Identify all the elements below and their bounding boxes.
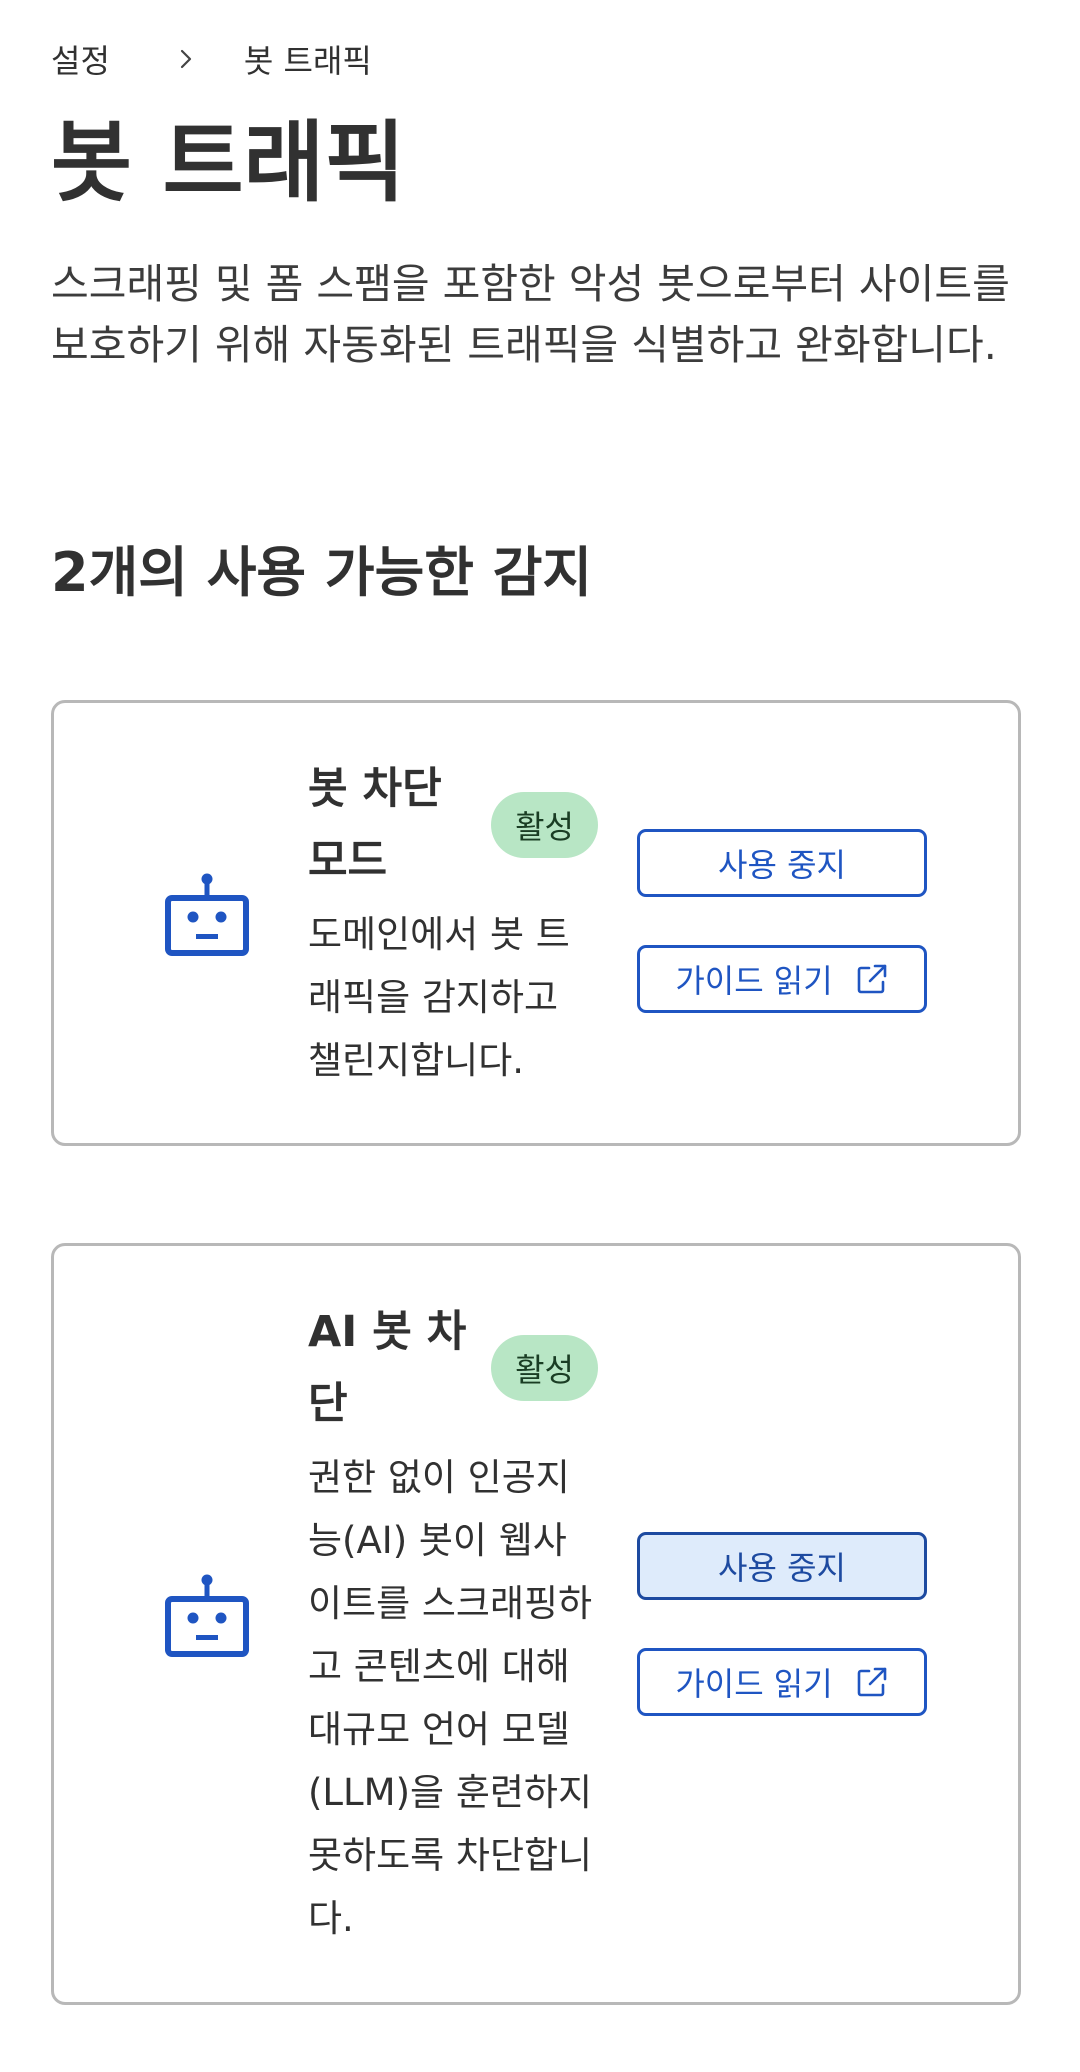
- disable-button-label: 사용 중지: [718, 1549, 846, 1587]
- external-link-icon: [857, 964, 886, 994]
- card-title-row: AI 봇 차단 활성: [308, 1296, 598, 1440]
- card-title: AI 봇 차단: [308, 1307, 467, 1429]
- detection-card-bot-block-mode: 봇 차단 모드 활성 도메인에서 봇 트래픽을 감지하고 챌린지합니다. 사용 …: [51, 700, 1021, 1146]
- read-guide-button-label: 가이드 읽기: [675, 1665, 833, 1703]
- card-title: 봇 차단 모드: [308, 764, 442, 886]
- read-guide-button[interactable]: 가이드 읽기: [637, 945, 927, 1013]
- chevron-right-icon: [180, 49, 191, 69]
- page-title: 봇 트래픽: [51, 111, 406, 214]
- read-guide-button-label: 가이드 읽기: [675, 962, 833, 1000]
- card-title-row: 봇 차단 모드 활성: [308, 753, 598, 897]
- external-link-icon: [857, 1667, 886, 1697]
- disable-button-label: 사용 중지: [718, 846, 846, 884]
- breadcrumb-current: 봇 트래픽: [243, 42, 372, 80]
- disable-button[interactable]: 사용 중지: [637, 829, 927, 897]
- robot-icon: [165, 1574, 249, 1657]
- breadcrumb: 설정 봇 트래픽: [51, 34, 372, 84]
- breadcrumb-settings-link[interactable]: 설정: [51, 36, 110, 82]
- disable-button[interactable]: 사용 중지: [637, 1532, 927, 1600]
- detection-card-ai-bot-block: AI 봇 차단 활성 권한 없이 인공지능(AI) 봇이 웹사이트를 스크래핑하…: [51, 1243, 1021, 2005]
- status-badge: 활성: [491, 792, 598, 858]
- status-badge: 활성: [491, 1335, 598, 1401]
- card-text: 봇 차단 모드 활성 도메인에서 봇 트래픽을 감지하고 챌린지합니다.: [308, 753, 598, 1092]
- robot-icon: [165, 873, 249, 956]
- section-title: 2개의 사용 가능한 감지: [51, 541, 593, 604]
- page-description: 스크래핑 및 폼 스팸을 포함한 악성 봇으로부터 사이트를 보호하기 위해 자…: [51, 260, 1010, 369]
- read-guide-button[interactable]: 가이드 읽기: [637, 1648, 927, 1716]
- card-text: AI 봇 차단 활성 권한 없이 인공지능(AI) 봇이 웹사이트를 스크래핑하…: [308, 1296, 598, 1950]
- card-description: 도메인에서 봇 트래픽을 감지하고 챌린지합니다.: [308, 913, 570, 1082]
- card-description: 권한 없이 인공지능(AI) 봇이 웹사이트를 스크래핑하고 콘텐츠에 대해 대…: [308, 1456, 593, 1940]
